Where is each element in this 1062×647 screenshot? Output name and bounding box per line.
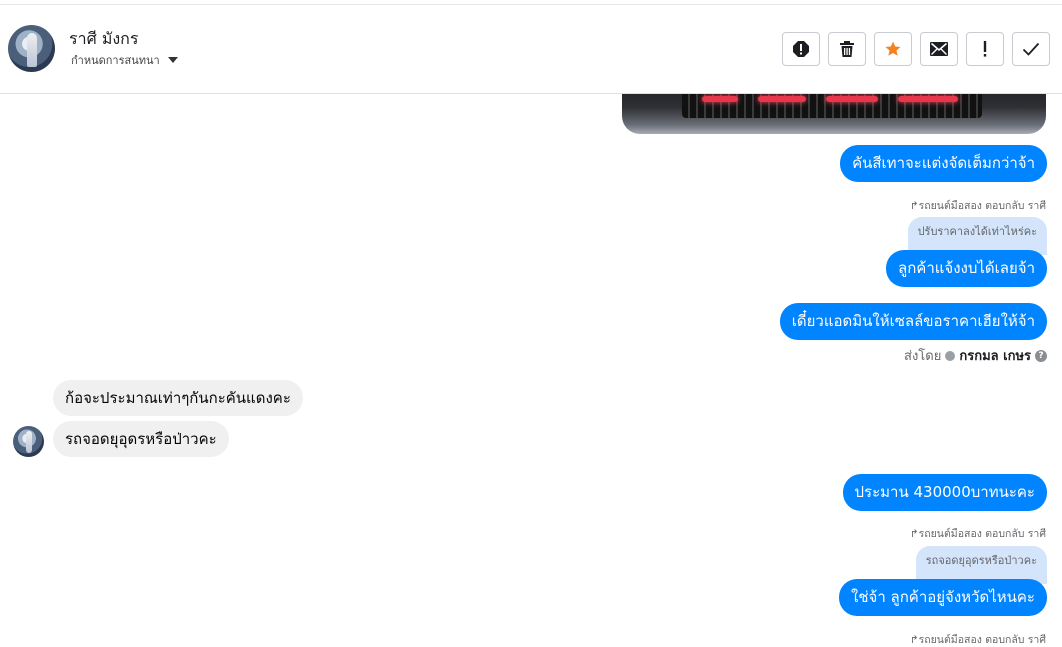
reply-label: ↱รถยนต์มือสอง ตอบกลับ ราศี	[910, 197, 1046, 214]
follow-up-button[interactable]	[966, 32, 1004, 66]
reply-label: ↱รถยนต์มือสอง ตอบกลับ ราศี	[910, 631, 1046, 647]
reply-label-text: รถยนต์มือสอง ตอบกลับ ราศี	[918, 528, 1046, 540]
mark-unread-button[interactable]	[920, 32, 958, 66]
incoming-message[interactable]: ก้อจะประมาณเท่าๆกันกะคันแดงคะ	[53, 380, 303, 416]
mark-spam-button[interactable]	[782, 32, 820, 66]
mark-done-button[interactable]	[1012, 32, 1050, 66]
outgoing-message[interactable]: ลูกค้าแจ้งงบได้เลยจ้า	[886, 250, 1047, 287]
incoming-message[interactable]: รถจอดยุอุดรหรือป่าวคะ	[53, 421, 229, 457]
caret-down-icon	[167, 57, 178, 63]
grille-light	[758, 96, 806, 102]
grille-light	[702, 96, 738, 102]
sent-by-prefix: ส่งโดย	[904, 349, 942, 364]
reply-label: ↱รถยนต์มือสอง ตอบกลับ ราศี	[910, 525, 1046, 542]
reply-arrow-icon: ↱	[909, 528, 919, 540]
outgoing-message[interactable]: เดี๋ยวแอดมินให้เซลล์ขอราคาเฮียให้จ้า	[779, 303, 1047, 340]
grille-light	[826, 96, 878, 102]
reply-arrow-icon: ↱	[909, 634, 919, 646]
assign-label: กำหนดการสนทนา	[71, 54, 160, 67]
help-icon[interactable]: ?	[1035, 349, 1047, 362]
mail-icon	[930, 42, 948, 56]
star-button[interactable]	[874, 32, 912, 66]
exclamation-icon	[983, 41, 987, 57]
sent-by-agent-name[interactable]: กรกมล เกษร	[959, 345, 1031, 366]
contact-avatar[interactable]	[8, 25, 55, 72]
message-thread[interactable]: คันสีเทาจะแต่งจัดเต็มกว่าจ้า ↱รถยนต์มือส…	[0, 94, 1062, 647]
check-icon	[1022, 42, 1040, 56]
outgoing-message[interactable]: ใช่จ้า ลูกค้าอยู่จังหวัดไหนคะ	[839, 579, 1047, 616]
reply-label-text: รถยนต์มือสอง ตอบกลับ ราศี	[918, 634, 1046, 646]
delete-button[interactable]	[828, 32, 866, 66]
header-actions	[782, 32, 1050, 66]
outgoing-message[interactable]: คันสีเทาจะแต่งจัดเต็มกว่าจ้า	[840, 145, 1047, 182]
reply-arrow-icon: ↱	[909, 200, 919, 212]
car-photo-attachment[interactable]	[622, 94, 1046, 134]
spam-icon	[793, 41, 809, 57]
agent-status-icon	[945, 350, 956, 361]
contact-name[interactable]: ราศี มังกร	[69, 27, 138, 52]
conversation-header: ราศี มังกร กำหนดการสนทนา	[0, 5, 1062, 94]
sent-by-label: ส่งโดย กรกมล เกษร ?	[904, 345, 1047, 366]
trash-icon	[840, 41, 854, 57]
grille-light	[898, 96, 958, 102]
outgoing-message[interactable]: ประมาน 430000บาทนะคะ	[842, 474, 1047, 511]
assign-conversation-dropdown[interactable]: กำหนดการสนทนา	[71, 51, 178, 69]
contact-avatar-small[interactable]	[13, 426, 44, 457]
star-icon	[885, 41, 901, 56]
reply-label-text: รถยนต์มือสอง ตอบกลับ ราศี	[918, 200, 1046, 212]
